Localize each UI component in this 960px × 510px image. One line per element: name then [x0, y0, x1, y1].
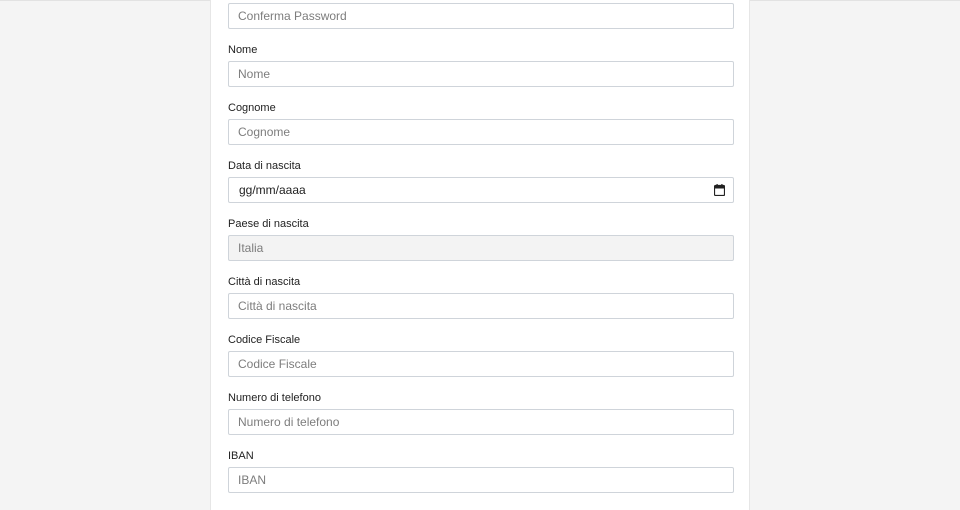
first-name-field-group: Nome — [228, 43, 734, 87]
phone-field-group: Numero di telefono — [228, 391, 734, 435]
birth-date-label: Data di nascita — [228, 160, 301, 172]
birth-date-value: gg/mm/aaaa — [239, 183, 306, 197]
first-name-input[interactable] — [228, 61, 734, 87]
phone-label: Numero di telefono — [228, 392, 321, 404]
birth-date-input[interactable]: gg/mm/aaaa — [228, 177, 734, 203]
birth-country-label: Paese di nascita — [228, 218, 309, 230]
last-name-field-group: Cognome — [228, 101, 734, 145]
tax-code-label: Codice Fiscale — [228, 334, 301, 346]
birth-city-field-group: Città di nascita — [228, 275, 734, 319]
tax-code-input[interactable] — [228, 351, 734, 377]
confirm-password-input[interactable] — [228, 3, 734, 29]
birth-date-field-group: Data di nascita gg/mm/aaaa — [228, 159, 734, 203]
iban-field-group: IBAN — [228, 449, 734, 493]
birth-country-field-group: Paese di nascita — [228, 217, 734, 261]
registration-form: Nome Cognome Data di nascita gg/mm/aaaa … — [210, 0, 750, 510]
last-name-input[interactable] — [228, 119, 734, 145]
birth-city-input[interactable] — [228, 293, 734, 319]
confirm-password-field-group — [228, 3, 734, 29]
phone-input[interactable] — [228, 409, 734, 435]
first-name-label: Nome — [228, 44, 258, 56]
calendar-icon[interactable] — [714, 184, 725, 196]
iban-input[interactable] — [228, 467, 734, 493]
iban-label: IBAN — [228, 450, 254, 462]
tax-code-field-group: Codice Fiscale — [228, 333, 734, 377]
birth-country-input — [228, 235, 734, 261]
birth-city-label: Città di nascita — [228, 276, 301, 288]
last-name-label: Cognome — [228, 102, 276, 114]
